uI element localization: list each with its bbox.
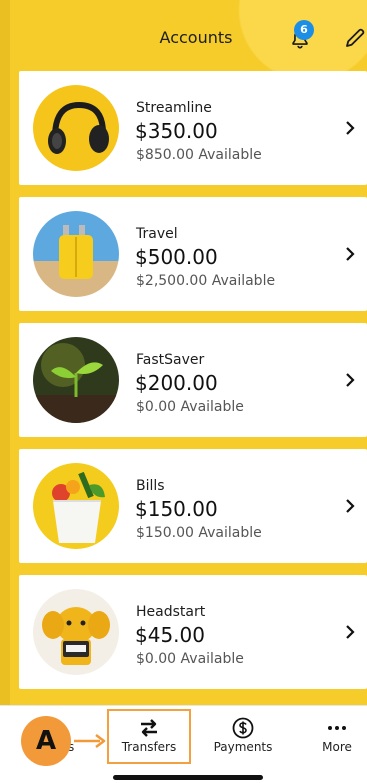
home-indicator bbox=[113, 775, 263, 780]
account-available: $0.00 Available bbox=[136, 399, 244, 415]
account-card-travel[interactable]: Travel $500.00 $2,500.00 Available bbox=[19, 197, 367, 311]
account-balance: $200.00 bbox=[135, 371, 218, 395]
account-name: Streamline bbox=[136, 100, 212, 116]
transfers-highlight-box bbox=[107, 709, 191, 764]
header: Accounts bbox=[10, 0, 367, 70]
tab-more[interactable]: More bbox=[300, 706, 367, 766]
dollar-circle-icon bbox=[232, 717, 254, 739]
annotation-arrow-icon bbox=[74, 734, 106, 748]
tab-label: Payments bbox=[213, 740, 273, 754]
headphones-image bbox=[33, 85, 119, 171]
notification-badge: 6 bbox=[294, 20, 314, 40]
tab-payments[interactable]: Payments bbox=[202, 706, 284, 766]
account-card-fastsaver[interactable]: FastSaver $200.00 $0.00 Available bbox=[19, 323, 367, 437]
chevron-right-icon bbox=[346, 121, 355, 135]
chevron-right-icon bbox=[346, 373, 355, 387]
account-balance: $45.00 bbox=[135, 623, 205, 647]
sprout-image bbox=[33, 337, 119, 423]
grocery-bag-image bbox=[33, 463, 119, 549]
account-name: Bills bbox=[136, 478, 165, 494]
account-available: $2,500.00 Available bbox=[136, 273, 276, 289]
account-name: FastSaver bbox=[136, 352, 205, 368]
edit-pencil-icon[interactable] bbox=[343, 26, 367, 50]
account-card-streamline[interactable]: Streamline $350.00 $850.00 Available bbox=[19, 71, 367, 185]
tab-label: More bbox=[322, 740, 352, 754]
more-dots-icon bbox=[328, 726, 346, 730]
chevron-right-icon bbox=[346, 499, 355, 513]
account-balance: $500.00 bbox=[135, 245, 218, 269]
account-available: $0.00 Available bbox=[136, 651, 244, 667]
suitcase-image bbox=[33, 211, 119, 297]
account-name: Travel bbox=[136, 226, 178, 242]
annotation-marker: A bbox=[21, 716, 71, 766]
account-name: Headstart bbox=[136, 604, 206, 620]
account-available: $150.00 Available bbox=[136, 525, 262, 541]
chevron-right-icon bbox=[346, 625, 355, 639]
chevron-right-icon bbox=[346, 247, 355, 261]
account-available: $850.00 Available bbox=[136, 147, 262, 163]
account-balance: $350.00 bbox=[135, 119, 218, 143]
account-card-bills[interactable]: Bills $150.00 $150.00 Available bbox=[19, 449, 367, 563]
app-screen: Accounts 6 Streamline $350.00 $850.00 Av… bbox=[0, 0, 367, 783]
account-balance: $150.00 bbox=[135, 497, 218, 521]
left-edge-strip bbox=[0, 0, 10, 705]
account-card-headstart[interactable]: Headstart $45.00 $0.00 Available bbox=[19, 575, 367, 689]
elephant-image bbox=[33, 589, 119, 675]
